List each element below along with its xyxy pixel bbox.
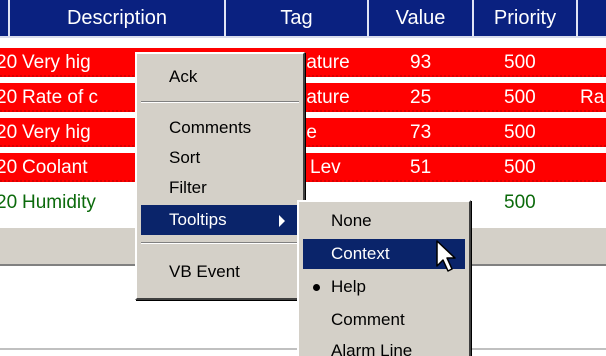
column-header-priority[interactable]: Priority: [474, 0, 578, 36]
submenu-arrow-icon: [279, 215, 285, 227]
tag-cell: rature: [300, 52, 350, 73]
menu-item-comments[interactable]: Comments: [141, 113, 299, 143]
submenu-item-help-label: Help: [331, 277, 366, 296]
priority-cell: 500: [504, 52, 536, 73]
tag-cell: rature: [300, 87, 350, 108]
mouse-cursor-icon: [436, 240, 456, 272]
menu-item-tooltips-label: Tooltips: [169, 210, 227, 229]
submenu-item-help[interactable]: Help: [303, 272, 465, 302]
tag-cell: Lev: [310, 157, 341, 178]
menu-item-filter[interactable]: Filter: [141, 173, 299, 203]
submenu-item-none[interactable]: None: [303, 206, 465, 236]
date-cell: 20: [0, 192, 18, 213]
radio-bullet-icon: [313, 284, 320, 291]
value-cell: 93: [410, 52, 432, 73]
extra-cell: Ra: [580, 87, 605, 108]
date-cell: 20: [0, 157, 18, 178]
description-cell: Humidity: [22, 192, 96, 213]
menu-item-sort[interactable]: Sort: [141, 143, 299, 173]
column-header-value[interactable]: Value: [369, 0, 474, 36]
menu-separator: [141, 101, 299, 103]
submenu-item-alarm-line[interactable]: Alarm Line: [303, 336, 465, 356]
description-cell: Coolant: [22, 157, 88, 178]
column-header-bar: Description Tag Value Priority: [0, 0, 606, 38]
priority-cell: 500: [504, 87, 536, 108]
tooltips-submenu: None Context Help Comment Alarm Line: [297, 200, 471, 356]
date-cell: 20: [0, 52, 18, 73]
priority-cell: 500: [504, 192, 536, 213]
date-cell: 20: [0, 122, 18, 143]
description-cell: Very hig: [22, 52, 91, 73]
value-cell: 51: [410, 157, 432, 178]
description-cell: Very hig: [22, 122, 91, 143]
menu-separator: [141, 242, 299, 244]
context-menu: Ack Comments Sort Filter Tooltips VB Eve…: [135, 52, 305, 300]
value-cell: 73: [410, 122, 432, 143]
column-header-extra[interactable]: [578, 0, 606, 36]
priority-cell: 500: [504, 122, 536, 143]
header-divider: [0, 36, 606, 38]
menu-item-tooltips[interactable]: Tooltips: [141, 205, 299, 235]
description-cell: Rate of c: [22, 87, 99, 108]
priority-cell: 500: [504, 157, 536, 178]
column-header-tag[interactable]: Tag: [226, 0, 369, 36]
menu-item-ack[interactable]: Ack: [141, 62, 299, 92]
date-cell: 20: [0, 87, 18, 108]
menu-item-vb-event[interactable]: VB Event: [141, 257, 299, 287]
column-header-date[interactable]: [0, 0, 10, 36]
value-cell: 25: [410, 87, 432, 108]
alarm-summary-window: Description Tag Value Priority 20 Very h…: [0, 0, 606, 356]
submenu-item-comment[interactable]: Comment: [303, 305, 465, 335]
column-header-description[interactable]: Description: [10, 0, 226, 36]
